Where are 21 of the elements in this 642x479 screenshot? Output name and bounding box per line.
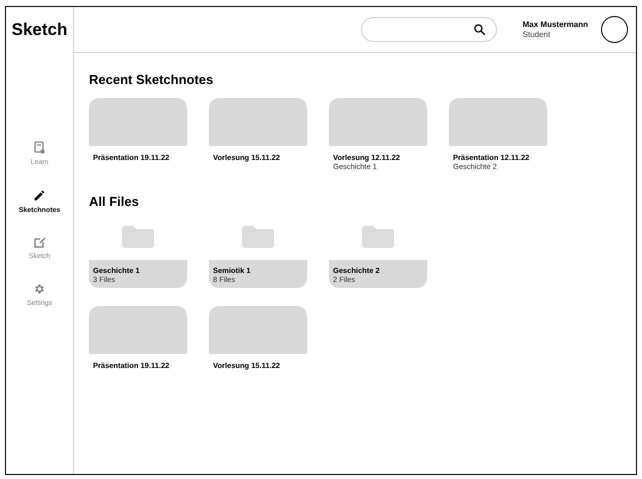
thumbnail[interactable]: [449, 98, 547, 146]
folder-icon: [122, 226, 154, 248]
app-logo: Sketch: [12, 19, 68, 42]
settings-icon: [33, 282, 46, 294]
user-role: Student: [522, 30, 552, 40]
thumbnail[interactable]: [209, 306, 307, 354]
search-field[interactable]: [360, 17, 497, 42]
thumbnail[interactable]: [89, 306, 187, 354]
section-heading: All Files: [89, 192, 140, 210]
edit-icon: [34, 236, 46, 248]
user-name: Max Mustermann: [522, 20, 588, 30]
thumbnail[interactable]: [209, 98, 307, 146]
folder-icon: [362, 226, 394, 248]
pencil-icon: [33, 188, 46, 202]
section-heading: Recent Sketchnotes: [89, 71, 214, 89]
folder-icon: [242, 226, 274, 248]
thumbnail[interactable]: [329, 98, 427, 146]
avatar[interactable]: [601, 16, 628, 43]
document-icon: [34, 141, 45, 154]
search-icon: [472, 23, 486, 36]
thumbnail[interactable]: [89, 98, 187, 146]
